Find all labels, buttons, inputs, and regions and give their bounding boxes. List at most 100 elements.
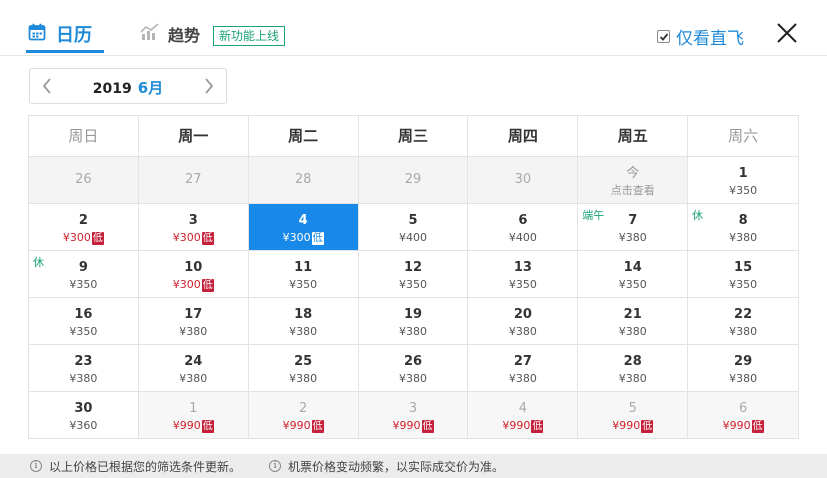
day-number: 16 (74, 307, 93, 322)
calendar-day-cell[interactable]: 18 ¥380 (248, 298, 359, 345)
calendar-day-cell: 26 (29, 157, 139, 204)
tab-calendar[interactable]: 日历 (28, 20, 92, 48)
day-price: ¥360 (69, 419, 98, 432)
calendar-day-cell[interactable]: 22 ¥380 (688, 298, 800, 345)
close-icon (777, 23, 797, 43)
day-price: ¥990 (502, 419, 531, 432)
day-number: 1 (738, 166, 748, 181)
tab-trend[interactable]: 趋势 (140, 20, 200, 48)
tab-calendar-label: 日历 (56, 25, 92, 46)
calendar-day-cell[interactable]: 4 ¥990 低 (468, 392, 579, 439)
calendar-day-cell[interactable]: 6 ¥990 低 (688, 392, 800, 439)
day-price: ¥380 (618, 325, 647, 338)
calendar-day-cell[interactable]: 1 ¥350 (688, 157, 800, 204)
day-number: 29 (734, 354, 753, 369)
calendar-day-cell[interactable]: 2 ¥990 低 (248, 392, 359, 439)
direct-flight-checkbox[interactable] (657, 30, 670, 43)
day-price-line: ¥380 (29, 372, 138, 386)
calendar-day-cell[interactable]: 1 ¥990 低 (138, 392, 249, 439)
calendar-icon (28, 23, 46, 45)
day-price-line: ¥990 低 (139, 419, 248, 433)
day-price: ¥380 (289, 325, 318, 338)
day-price-line: ¥380 (578, 372, 687, 386)
calendar-day-cell[interactable]: 27 ¥380 (468, 345, 579, 392)
calendar-day-cell[interactable]: 休 9 ¥350 (29, 251, 139, 298)
calendar-day-cell[interactable]: 2 ¥300 低 (29, 204, 139, 251)
day-number: 24 (184, 354, 203, 369)
day-price-line: ¥350 (359, 278, 468, 292)
calendar-week-row: 2 ¥300 低 3 ¥300 低 4 ¥300 低 5 ¥400 6 ¥400 端午 7 ¥380 休 8 ¥38… (29, 204, 800, 251)
day-price: ¥350 (399, 278, 427, 291)
calendar-day-cell[interactable]: 今点击查看 (578, 157, 689, 204)
calendar-day-cell[interactable]: 21 ¥380 (578, 298, 689, 345)
calendar-day-cell[interactable]: 25 ¥380 (248, 345, 359, 392)
calendar-day-cell[interactable]: 3 ¥990 低 (358, 392, 469, 439)
direct-flight-label: 仅看直飞 (676, 29, 744, 49)
calendar-day-cell[interactable]: 26 ¥380 (358, 345, 469, 392)
calendar-day-cell[interactable]: 休 8 ¥380 (688, 204, 800, 251)
day-price: ¥380 (508, 372, 537, 385)
day-price: ¥380 (399, 372, 427, 385)
weekday-header: 周日 周一 周二 周三 周四 周五 周六 (29, 116, 800, 157)
day-price-line: ¥380 (688, 325, 798, 339)
day-price: ¥380 (69, 372, 98, 385)
calendar-day-cell[interactable]: 4 ¥300 低 (248, 204, 359, 251)
day-price-line: ¥400 (359, 231, 468, 245)
calendar-day-cell[interactable]: 14 ¥350 (578, 251, 689, 298)
calendar-day-cell[interactable]: 17 ¥380 (138, 298, 249, 345)
trend-chart-icon (140, 23, 160, 45)
calendar-day-cell[interactable]: 13 ¥350 (468, 251, 579, 298)
calendar-day-cell[interactable]: 5 ¥990 低 (578, 392, 689, 439)
month-selector: 2019 6月 (29, 68, 227, 104)
day-number: 14 (623, 260, 642, 275)
day-number: 4 (518, 401, 527, 416)
calendar-day-cell[interactable]: 28 ¥380 (578, 345, 689, 392)
day-price: ¥380 (618, 231, 647, 244)
day-price: ¥350 (508, 278, 537, 291)
info-icon: i (269, 460, 282, 472)
day-price-line: ¥350 (29, 325, 138, 339)
calendar-day-cell[interactable]: 3 ¥300 低 (138, 204, 249, 251)
calendar-day-cell[interactable]: 15 ¥350 (688, 251, 800, 298)
info-icon: i (30, 460, 42, 472)
calendar-day-cell[interactable]: 24 ¥380 (138, 345, 249, 392)
day-price: ¥380 (508, 325, 537, 338)
day-price: ¥350 (69, 278, 98, 291)
day-number: 今 (626, 166, 640, 181)
calendar-day-cell[interactable]: 30 ¥360 (29, 392, 139, 439)
day-price: ¥990 (722, 419, 751, 432)
day-price: ¥300 (62, 231, 91, 244)
calendar-day-cell[interactable]: 10 ¥300 低 (138, 251, 249, 298)
day-price-line: ¥380 (578, 325, 687, 339)
calendar-day-cell: 27 (138, 157, 249, 204)
day-price: ¥350 (729, 184, 758, 197)
calendar-day-cell[interactable]: 端午 7 ¥380 (578, 204, 689, 251)
calendar-day-cell[interactable]: 19 ¥380 (358, 298, 469, 345)
day-price-line: ¥380 (139, 372, 248, 386)
calendar-week-row: 23 ¥380 24 ¥380 25 ¥380 26 ¥380 27 ¥380 28 ¥380 29 ¥3… (29, 345, 800, 392)
day-price: ¥380 (399, 325, 427, 338)
weekday-thursday: 周四 (468, 116, 579, 157)
calendar-day-cell[interactable]: 23 ¥380 (29, 345, 139, 392)
calendar-day-cell[interactable]: 29 ¥380 (688, 345, 800, 392)
day-price-line: ¥300 低 (29, 231, 138, 245)
day-number: 17 (184, 307, 203, 322)
calendar-day-cell[interactable]: 20 ¥380 (468, 298, 579, 345)
next-month-button[interactable] (198, 75, 220, 97)
day-number: 3 (188, 213, 198, 228)
weekday-monday: 周一 (138, 116, 249, 157)
close-button[interactable] (774, 20, 800, 46)
calendar-day-cell[interactable]: 16 ¥350 (29, 298, 139, 345)
calendar-day-cell[interactable]: 12 ¥350 (358, 251, 469, 298)
day-number: 12 (403, 260, 423, 275)
checkmark-icon (659, 32, 668, 41)
calendar-day-cell[interactable]: 11 ¥350 (248, 251, 359, 298)
day-number: 28 (294, 172, 312, 187)
direct-flight-toggle[interactable]: 仅看直飞 (657, 24, 744, 49)
day-number: 4 (298, 213, 308, 228)
day-price-line: ¥380 (359, 372, 468, 386)
calendar-day-cell[interactable]: 6 ¥400 (468, 204, 579, 251)
day-number: 2 (78, 213, 88, 228)
notice-price-change: i 机票价格变动频繁，以实际成交价为准。 (269, 458, 504, 475)
calendar-day-cell[interactable]: 5 ¥400 (358, 204, 469, 251)
